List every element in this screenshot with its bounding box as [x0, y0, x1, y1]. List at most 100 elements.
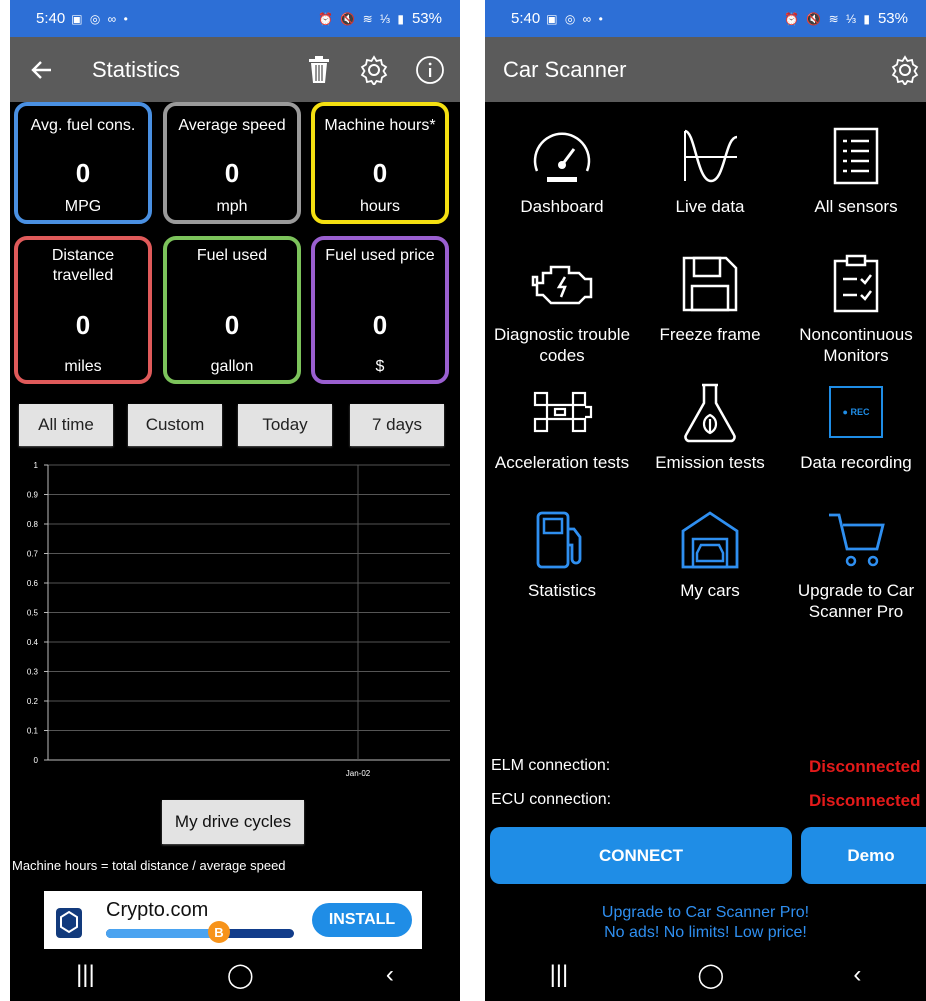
- range-custom-button[interactable]: Custom: [128, 404, 222, 446]
- status-bar: 5:40 ▣ ◎ ∞ • ⏰ 🔇 ≋ ⅓ ▮ 53%: [10, 0, 460, 37]
- home-icon[interactable]: ◯: [697, 961, 724, 990]
- tile-distance[interactable]: Distance travelled 0 miles: [14, 236, 152, 384]
- menu-my-cars[interactable]: My cars: [636, 504, 784, 601]
- fuel-pump-icon: [488, 504, 636, 576]
- garage-icon: [636, 504, 784, 576]
- tile-fuel-price[interactable]: Fuel used price 0 $: [311, 236, 449, 384]
- y-tick-label: 0.6: [27, 579, 39, 588]
- menu-label: Data recording: [800, 453, 912, 472]
- tile-title: Machine hours*: [324, 117, 436, 134]
- ad-banner[interactable]: Crypto.com B INSTALL: [44, 891, 422, 949]
- y-tick-label: 0.4: [27, 638, 39, 647]
- recents-icon[interactable]: |||: [550, 961, 569, 989]
- y-tick-label: 0.2: [27, 697, 39, 706]
- y-tick-label: 0: [34, 756, 39, 765]
- tile-unit: MPG: [64, 198, 102, 215]
- ad-title: Crypto.com: [106, 899, 209, 921]
- promo-line-2: No ads! No limits! Low price!: [604, 924, 807, 941]
- home-icon[interactable]: ◯: [227, 961, 254, 990]
- tile-avg-fuel[interactable]: Avg. fuel cons. 0 MPG: [14, 102, 152, 224]
- status-time: 5:40: [36, 10, 66, 27]
- menu-label: Noncontinuous Monitors: [799, 325, 913, 365]
- tile-title: Average speed: [178, 117, 286, 134]
- back-arrow-icon[interactable]: [26, 54, 58, 86]
- menu-noncontinuous-monitors[interactable]: Noncontinuous Monitors: [782, 248, 926, 366]
- tile-unit: gallon: [210, 358, 254, 375]
- connect-button[interactable]: CONNECT: [490, 827, 792, 884]
- menu-live-data[interactable]: Live data: [636, 120, 784, 217]
- menu-diagnostic-codes[interactable]: Diagnostic trouble codes: [488, 248, 636, 366]
- tile-fuel-used[interactable]: Fuel used 0 gallon: [163, 236, 301, 384]
- my-drive-cycles-button[interactable]: My drive cycles: [162, 800, 304, 844]
- back-icon[interactable]: ‹: [386, 961, 394, 989]
- gear-icon[interactable]: [358, 54, 390, 86]
- y-tick-label: 0.8: [27, 520, 39, 529]
- car-scanner-screen: 5:40 ▣ ◎ ∞ • ⏰ 🔇 ≋ ⅓ ▮ 53% Car Scanner D…: [485, 0, 926, 1001]
- menu-label: Emission tests: [655, 453, 765, 472]
- range-all-time-button[interactable]: All time: [19, 404, 113, 446]
- tile-average-speed[interactable]: Average speed 0 mph: [163, 102, 301, 224]
- upgrade-promo[interactable]: Upgrade to Car Scanner Pro! No ads! No l…: [485, 903, 926, 943]
- tile-unit: hours: [359, 198, 401, 215]
- battery-level: 53%: [877, 10, 908, 27]
- menu-label: Freeze frame: [659, 325, 761, 344]
- ecu-connection-row: ECU connection: Disconnected: [491, 791, 926, 810]
- menu-freeze-frame[interactable]: Freeze frame: [636, 248, 784, 345]
- info-icon[interactable]: [414, 54, 446, 86]
- menu-data-recording[interactable]: ● REC Data recording: [782, 376, 926, 473]
- x-tick-label: Jan-02: [346, 769, 371, 778]
- tile-unit: $: [375, 358, 385, 375]
- nav-bar: ||| ◯ ‹: [10, 949, 460, 1001]
- tile-value: 0: [75, 310, 91, 340]
- status-icons-right: ⏰ 🔇 ≋ ⅓ ▮: [318, 11, 406, 26]
- tile-title: Fuel used: [196, 247, 268, 264]
- ecu-status: Disconnected: [809, 791, 921, 810]
- floppy-icon: [636, 248, 784, 320]
- tile-machine-hours[interactable]: Machine hours* 0 hours: [311, 102, 449, 224]
- status-time: 5:40: [511, 10, 541, 27]
- back-icon[interactable]: ‹: [853, 961, 861, 989]
- menu-all-sensors[interactable]: All sensors: [782, 120, 926, 217]
- app-bar: Statistics: [10, 37, 460, 102]
- recents-icon[interactable]: |||: [76, 961, 95, 989]
- status-icons-right: ⏰ 🔇 ≋ ⅓ ▮: [784, 11, 872, 26]
- y-tick-label: 0.7: [27, 550, 39, 559]
- status-icons-left: ▣ ◎ ∞ •: [71, 11, 130, 26]
- menu-emission-tests[interactable]: Emission tests: [636, 376, 784, 473]
- tile-unit: miles: [64, 358, 102, 375]
- elm-connection-row: ELM connection: Disconnected: [491, 757, 926, 776]
- install-button[interactable]: INSTALL: [312, 903, 412, 937]
- tile-value: 0: [224, 158, 240, 188]
- statistics-screen: 5:40 ▣ ◎ ∞ • ⏰ 🔇 ≋ ⅓ ▮ 53% Statistics Av…: [10, 0, 460, 1001]
- elm-label: ELM connection:: [491, 757, 611, 774]
- bitcoin-icon: B: [208, 921, 230, 943]
- crypto-logo-icon: [56, 908, 82, 938]
- menu-dashboard[interactable]: Dashboard: [488, 120, 636, 217]
- tile-title: Distance travelled: [51, 247, 115, 284]
- wave-icon: [636, 120, 784, 192]
- range-7-days-button[interactable]: 7 days: [350, 404, 444, 446]
- menu-label: My cars: [680, 581, 740, 600]
- menu-statistics[interactable]: Statistics: [488, 504, 636, 601]
- range-today-button[interactable]: Today: [238, 404, 332, 446]
- flask-icon: [636, 376, 784, 448]
- clipboard-icon: [782, 248, 926, 320]
- rec-icon: ● REC: [782, 376, 926, 448]
- tile-value: 0: [224, 310, 240, 340]
- y-tick-label: 0.9: [27, 491, 39, 500]
- y-tick-label: 0.3: [27, 668, 39, 677]
- menu-upgrade[interactable]: Upgrade to Car Scanner Pro: [782, 504, 926, 622]
- tile-value: 0: [75, 158, 91, 188]
- tile-unit: mph: [216, 198, 248, 215]
- statistics-chart: 1 0.9 0.8 0.7 0.6 0.5 0.4 0.3 0.2 0.1 0 Jan-02: [10, 455, 460, 785]
- battery-level: 53%: [411, 10, 442, 27]
- gear-icon[interactable]: [889, 54, 921, 86]
- demo-button[interactable]: Demo: [801, 827, 926, 884]
- nav-bar: ||| ◯ ‹: [485, 949, 926, 1001]
- menu-acceleration-tests[interactable]: Acceleration tests: [488, 376, 636, 473]
- page-title: Statistics: [92, 56, 181, 82]
- trash-icon[interactable]: [303, 54, 335, 86]
- menu-label: Live data: [675, 197, 745, 216]
- menu-label: Statistics: [527, 581, 597, 600]
- chart-svg: 1 0.9 0.8 0.7 0.6 0.5 0.4 0.3 0.2 0.1 0 Jan-02: [27, 461, 450, 778]
